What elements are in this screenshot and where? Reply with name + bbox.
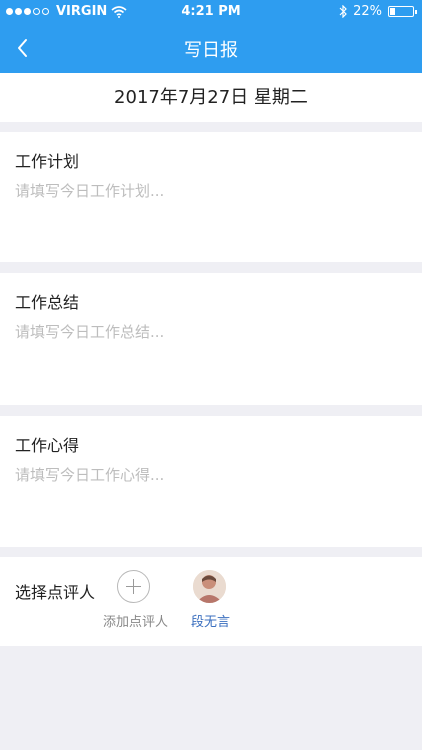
date-display: 2017年7月27日 星期二	[0, 73, 422, 122]
work-summary-section[interactable]: 工作总结 请填写今日工作总结...	[0, 273, 422, 405]
reviewer-section: 选择点评人 添加点评人 段无言	[0, 557, 422, 646]
user-avatar-icon	[193, 570, 226, 603]
avatar[interactable]	[193, 570, 226, 603]
app-header: VIRGIN 4:21 PM 22% 写日报	[0, 0, 422, 73]
status-bar: VIRGIN 4:21 PM 22%	[0, 0, 422, 22]
page-title: 写日报	[184, 40, 238, 61]
bluetooth-icon	[339, 5, 347, 18]
selected-reviewer-name[interactable]: 段无言	[191, 611, 230, 630]
status-right: 22%	[339, 4, 417, 19]
battery-icon	[388, 6, 417, 17]
work-plan-input[interactable]: 请填写今日工作计划...	[15, 180, 164, 201]
reviewer-label: 选择点评人	[15, 583, 96, 602]
add-reviewer-label[interactable]: 添加点评人	[103, 611, 168, 630]
navigation-bar: 写日报	[0, 22, 422, 73]
work-plan-section[interactable]: 工作计划 请填写今日工作计划...	[0, 132, 422, 262]
work-insight-section[interactable]: 工作心得 请填写今日工作心得...	[0, 416, 422, 547]
work-plan-label: 工作计划	[15, 152, 80, 171]
work-summary-label: 工作总结	[15, 293, 80, 312]
work-insight-label: 工作心得	[15, 436, 80, 455]
work-summary-input[interactable]: 请填写今日工作总结...	[15, 321, 164, 342]
battery-percentage: 22%	[353, 4, 382, 19]
add-reviewer-button[interactable]	[117, 570, 150, 603]
work-insight-input[interactable]: 请填写今日工作心得...	[15, 464, 164, 485]
